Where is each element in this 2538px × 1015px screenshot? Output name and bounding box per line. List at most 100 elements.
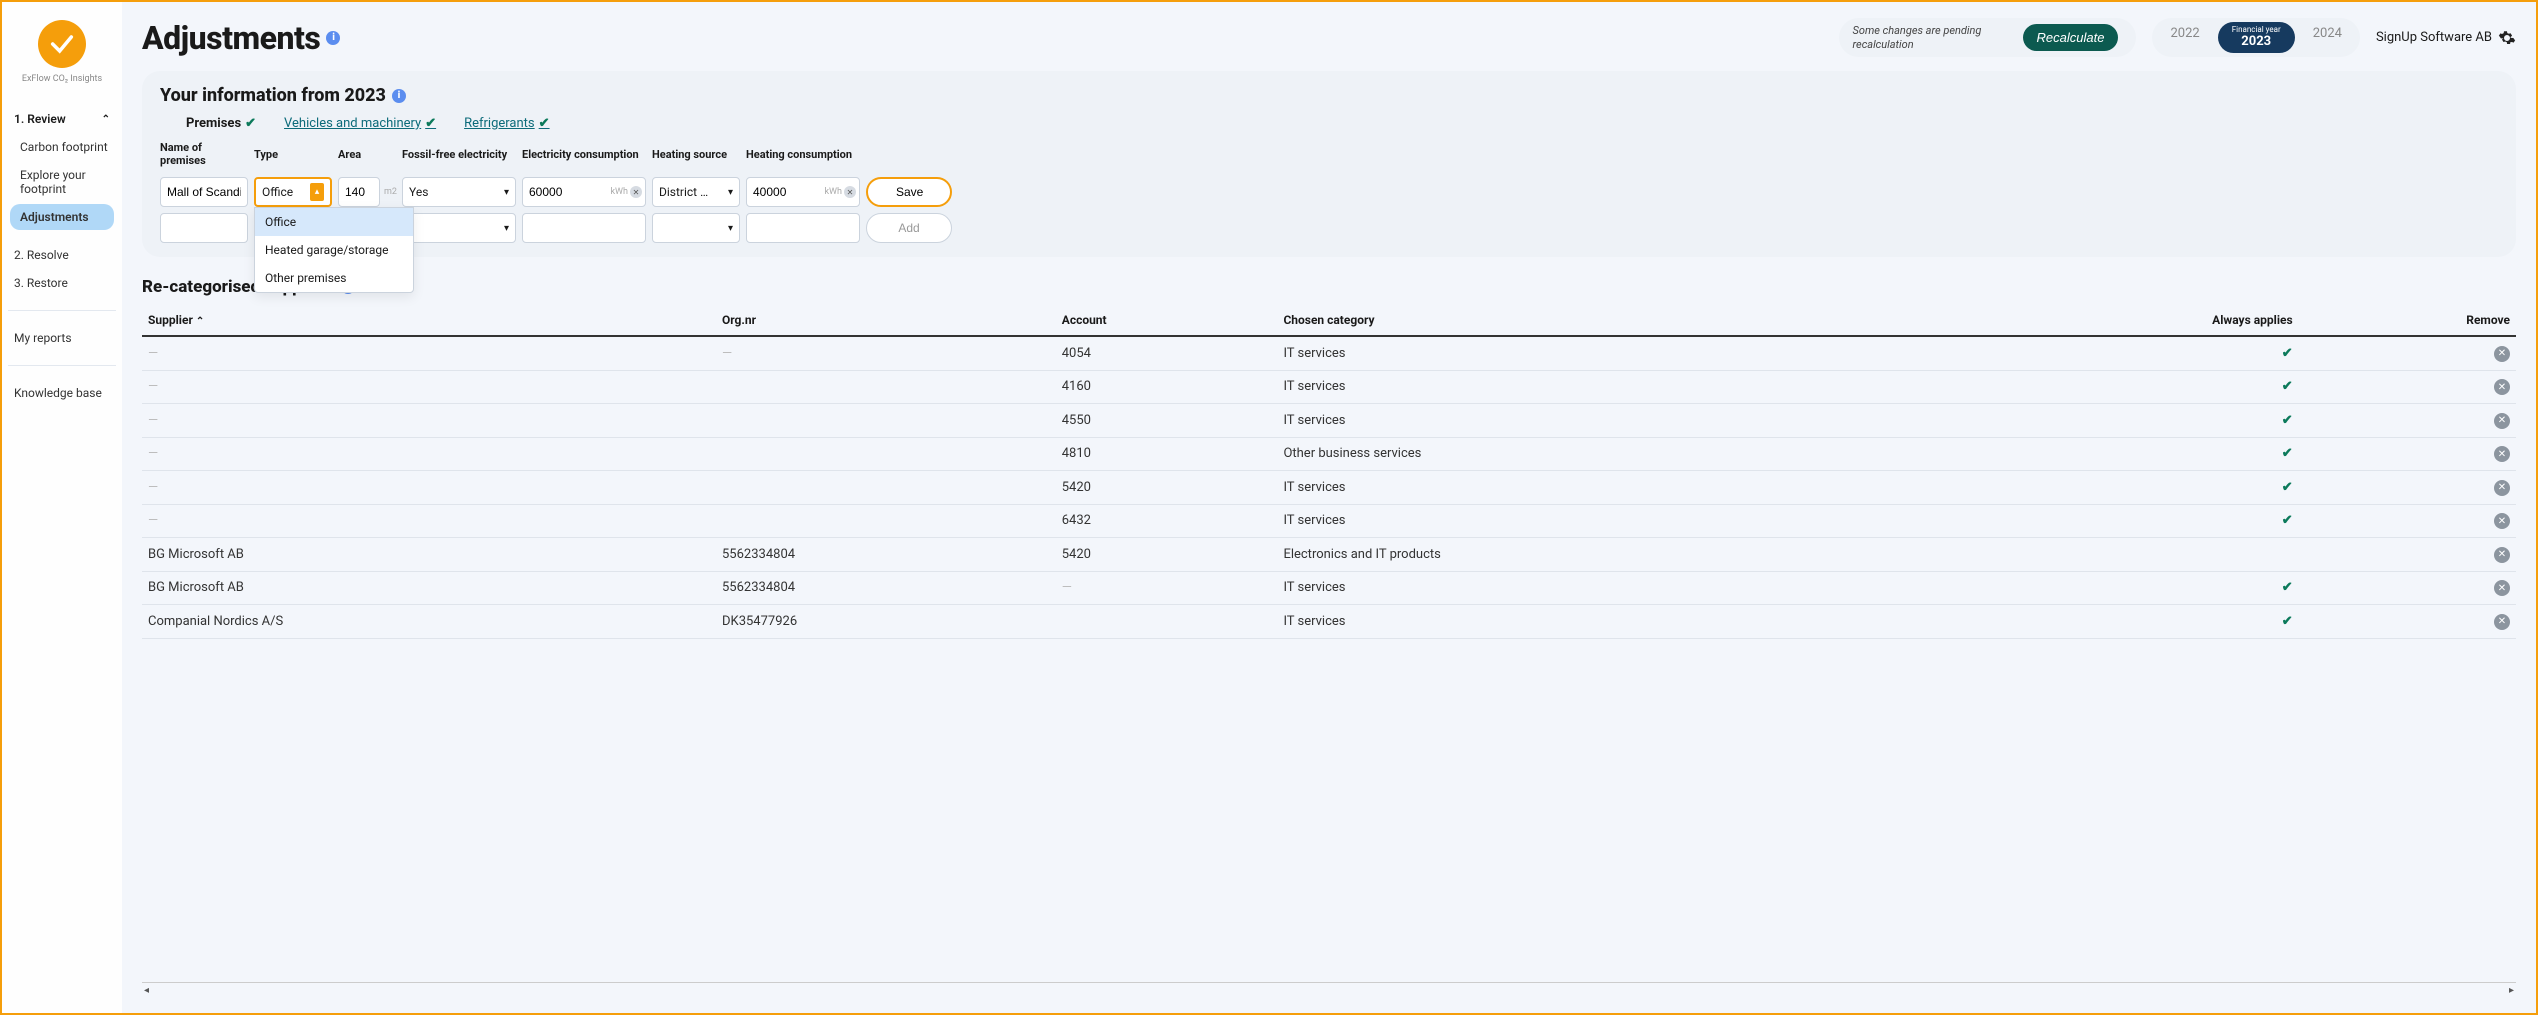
main-content: Adjustments i Some changes are pending r…	[122, 2, 2536, 1013]
heating-input[interactable]	[746, 177, 860, 207]
nav-item-explore-footprint[interactable]: Explore your footprint	[10, 162, 114, 202]
cell-org	[716, 370, 1056, 404]
cell-remove: ✕	[2299, 538, 2516, 572]
remove-icon[interactable]: ✕	[2494, 480, 2510, 496]
th-org[interactable]: Org.nr	[716, 305, 1056, 336]
table-row: —4550IT services✔✕	[142, 404, 2516, 438]
nav-item-carbon-footprint[interactable]: Carbon footprint	[10, 134, 114, 160]
cell-supplier: —	[142, 336, 716, 370]
electricity-input-empty[interactable]	[522, 213, 646, 243]
remove-icon[interactable]: ✕	[2494, 446, 2510, 462]
pending-recalc-banner: Some changes are pending recalculation R…	[1839, 18, 2137, 57]
nav-item-adjustments[interactable]: Adjustments	[10, 204, 114, 230]
scroll-right-icon[interactable]: ▸	[2509, 985, 2514, 996]
cell-always: ✔	[1938, 605, 2299, 639]
th-account[interactable]: Account	[1056, 305, 1278, 336]
info-panel: Your information from 2023 i Premises ✔ …	[142, 71, 2516, 257]
clear-icon[interactable]: ✕	[630, 186, 642, 198]
cell-account: 4160	[1056, 370, 1278, 404]
th-supplier[interactable]: Supplier ⌃	[142, 305, 716, 336]
elec-unit: kWh	[610, 187, 628, 197]
premises-area-input[interactable]	[338, 177, 380, 207]
remove-icon[interactable]: ✕	[2494, 614, 2510, 630]
fossil-free-select-empty[interactable]: ▾	[402, 213, 516, 243]
cell-account: 4810	[1056, 437, 1278, 471]
col-elec: Electricity consumption	[522, 148, 646, 165]
cell-category: IT services	[1277, 605, 1938, 639]
cell-always: ✔	[1938, 336, 2299, 370]
table-row: ——4054IT services✔✕	[142, 336, 2516, 370]
cell-remove: ✕	[2299, 471, 2516, 505]
remove-icon[interactable]: ✕	[2494, 346, 2510, 362]
cell-remove: ✕	[2299, 605, 2516, 639]
cell-account: 6432	[1056, 504, 1278, 538]
year-pill-2022[interactable]: 2022	[2156, 22, 2213, 53]
nav-section-review[interactable]: 1. Review ⌃	[10, 106, 114, 132]
suppliers-table: Supplier ⌃ Org.nr Account Chosen categor…	[142, 305, 2516, 639]
th-category[interactable]: Chosen category	[1277, 305, 1938, 336]
check-icon: ✔	[2282, 446, 2293, 461]
nav-item-resolve[interactable]: 2. Resolve	[10, 242, 114, 268]
clear-icon[interactable]: ✕	[844, 186, 856, 198]
heat-unit: kWh	[824, 187, 842, 197]
check-icon: ✔	[2282, 513, 2293, 528]
heating-input-empty[interactable]	[746, 213, 860, 243]
sidebar: ExFlow CO₂ Insights 1. Review ⌃ Carbon f…	[2, 2, 122, 1013]
cell-category: Other business services	[1277, 437, 1938, 471]
check-icon: ✔	[2282, 580, 2293, 595]
fossil-free-select[interactable]: Yes ▾	[402, 177, 516, 207]
cell-category: IT services	[1277, 336, 1938, 370]
remove-icon[interactable]: ✕	[2494, 547, 2510, 563]
cell-always: ✔	[1938, 437, 2299, 471]
cell-supplier: —	[142, 370, 716, 404]
premises-name-input-empty[interactable]	[160, 213, 248, 243]
type-option-office[interactable]: Office	[255, 208, 413, 236]
recalculate-button[interactable]: Recalculate	[2023, 24, 2119, 51]
type-option-garage[interactable]: Heated garage/storage	[255, 236, 413, 264]
remove-icon[interactable]: ✕	[2494, 513, 2510, 529]
heating-source-select-empty[interactable]: ▾	[652, 213, 740, 243]
premises-name-input[interactable]	[160, 177, 248, 207]
chevron-down-icon: ▾	[728, 223, 733, 234]
year-pill-2023[interactable]: Financial year 2023	[2218, 22, 2295, 53]
cell-org	[716, 404, 1056, 438]
add-button[interactable]: Add	[866, 213, 952, 243]
nav-item-restore[interactable]: 3. Restore	[10, 270, 114, 296]
th-remove[interactable]: Remove	[2299, 305, 2516, 336]
cell-supplier: —	[142, 471, 716, 505]
year-pill-2024[interactable]: 2024	[2299, 22, 2356, 53]
area-unit: m2	[384, 187, 397, 197]
cell-account: 4550	[1056, 404, 1278, 438]
cell-always: ✔	[1938, 404, 2299, 438]
suppliers-table-wrap[interactable]: Supplier ⌃ Org.nr Account Chosen categor…	[142, 305, 2516, 983]
premises-type-select[interactable]: Office ▴	[254, 177, 332, 207]
logo-icon	[38, 20, 86, 68]
cell-always: ✔	[1938, 471, 2299, 505]
tab-premises[interactable]: Premises ✔	[186, 116, 256, 131]
tab-vehicles[interactable]: Vehicles and machinery ✔	[284, 116, 436, 131]
horizontal-scrollbar[interactable]: ◂ ▸	[142, 983, 2516, 997]
suppliers-title: Re-categorised suppliers i	[142, 277, 2516, 297]
table-row: —4160IT services✔✕	[142, 370, 2516, 404]
check-icon: ✔	[425, 116, 436, 131]
save-button[interactable]: Save	[866, 177, 952, 207]
cell-supplier: —	[142, 404, 716, 438]
remove-icon[interactable]: ✕	[2494, 413, 2510, 429]
heating-source-select[interactable]: District … ▾	[652, 177, 740, 207]
tab-refrigerants[interactable]: Refrigerants ✔	[464, 116, 549, 131]
org-switcher[interactable]: SignUp Software AB	[2376, 29, 2516, 47]
info-icon[interactable]: i	[392, 89, 406, 103]
cell-always: ✔	[1938, 504, 2299, 538]
nav-item-knowledge-base[interactable]: Knowledge base	[10, 380, 114, 406]
remove-icon[interactable]: ✕	[2494, 580, 2510, 596]
cell-org: DK35477926	[716, 605, 1056, 639]
cell-supplier: BG Microsoft AB	[142, 571, 716, 605]
nav-item-my-reports[interactable]: My reports	[10, 325, 114, 351]
th-always[interactable]: Always applies	[1938, 305, 2299, 336]
info-icon[interactable]: i	[326, 31, 340, 45]
remove-icon[interactable]: ✕	[2494, 379, 2510, 395]
scroll-left-icon[interactable]: ◂	[144, 985, 149, 996]
chevron-down-icon: ▾	[504, 223, 509, 234]
check-icon: ✔	[2282, 480, 2293, 495]
type-option-other[interactable]: Other premises	[255, 264, 413, 292]
